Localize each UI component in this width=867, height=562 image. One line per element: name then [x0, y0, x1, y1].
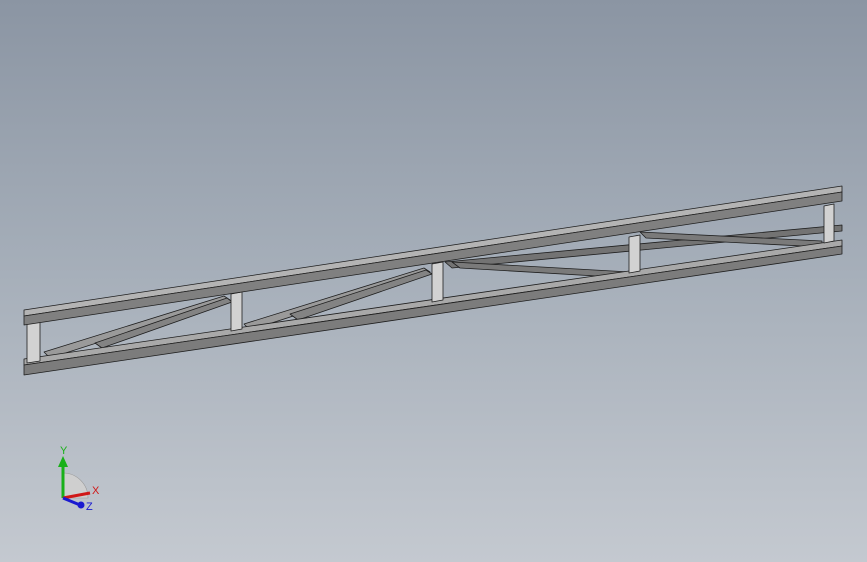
y-axis-arrow-icon	[58, 456, 68, 467]
reference-triad: Y X Z	[58, 445, 100, 513]
z-axis-label: Z	[86, 501, 93, 513]
vertical-post-2	[431, 261, 444, 303]
vertical-post-1	[230, 291, 243, 332]
graphics-viewport[interactable]: Y X Z	[0, 0, 867, 562]
truss-model[interactable]	[0, 0, 867, 562]
vertical-post-3	[628, 234, 641, 274]
x-axis-label: X	[92, 485, 100, 497]
z-axis-tip-icon	[77, 501, 85, 509]
y-axis-label: Y	[60, 445, 68, 457]
z-axis-line	[62, 496, 81, 507]
end-post-left	[26, 317, 41, 364]
end-post-right	[823, 203, 835, 244]
